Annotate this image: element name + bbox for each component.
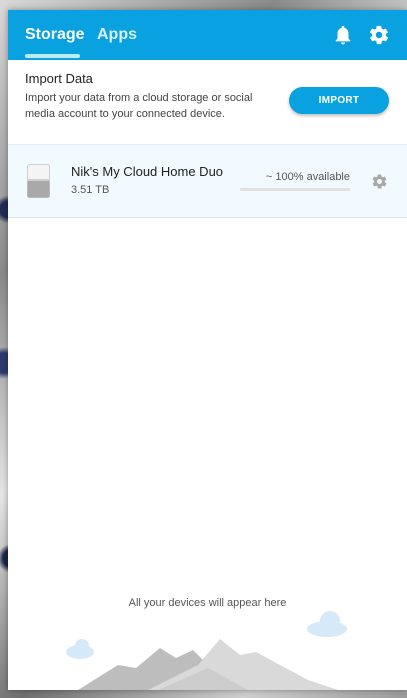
- availability-bar-fill: [240, 188, 350, 191]
- device-availability: ~ 100% available: [265, 171, 350, 183]
- active-tab-indicator: [25, 54, 80, 58]
- mountains-illustration: [66, 611, 347, 690]
- bell-icon[interactable]: [332, 24, 354, 46]
- import-title: Import Data: [25, 71, 93, 86]
- top-bar: Storage Apps: [8, 10, 407, 60]
- device-settings-icon[interactable]: [371, 173, 388, 190]
- device-name: Nik's My Cloud Home Duo: [71, 164, 224, 179]
- cloud-left-icon: [66, 639, 94, 659]
- gear-icon[interactable]: [368, 24, 390, 46]
- import-data-section: Import Data Import your data from a clou…: [8, 60, 407, 145]
- empty-state-text: All your devices will appear here: [128, 597, 287, 609]
- availability-bar: [240, 188, 350, 191]
- tab-storage[interactable]: Storage: [25, 26, 85, 44]
- device-capacity: 3.51 TB: [71, 184, 110, 196]
- import-button[interactable]: IMPORT: [289, 87, 389, 114]
- nas-device-icon: [27, 164, 50, 198]
- app-panel: Storage Apps Import Data Import your dat…: [8, 10, 407, 690]
- tab-apps[interactable]: Apps: [97, 26, 137, 44]
- cloud-right-icon: [307, 611, 347, 637]
- import-description: Import your data from a cloud storage or…: [25, 92, 253, 120]
- device-row[interactable]: Nik's My Cloud Home Duo 3.51 TB ~ 100% a…: [8, 144, 407, 218]
